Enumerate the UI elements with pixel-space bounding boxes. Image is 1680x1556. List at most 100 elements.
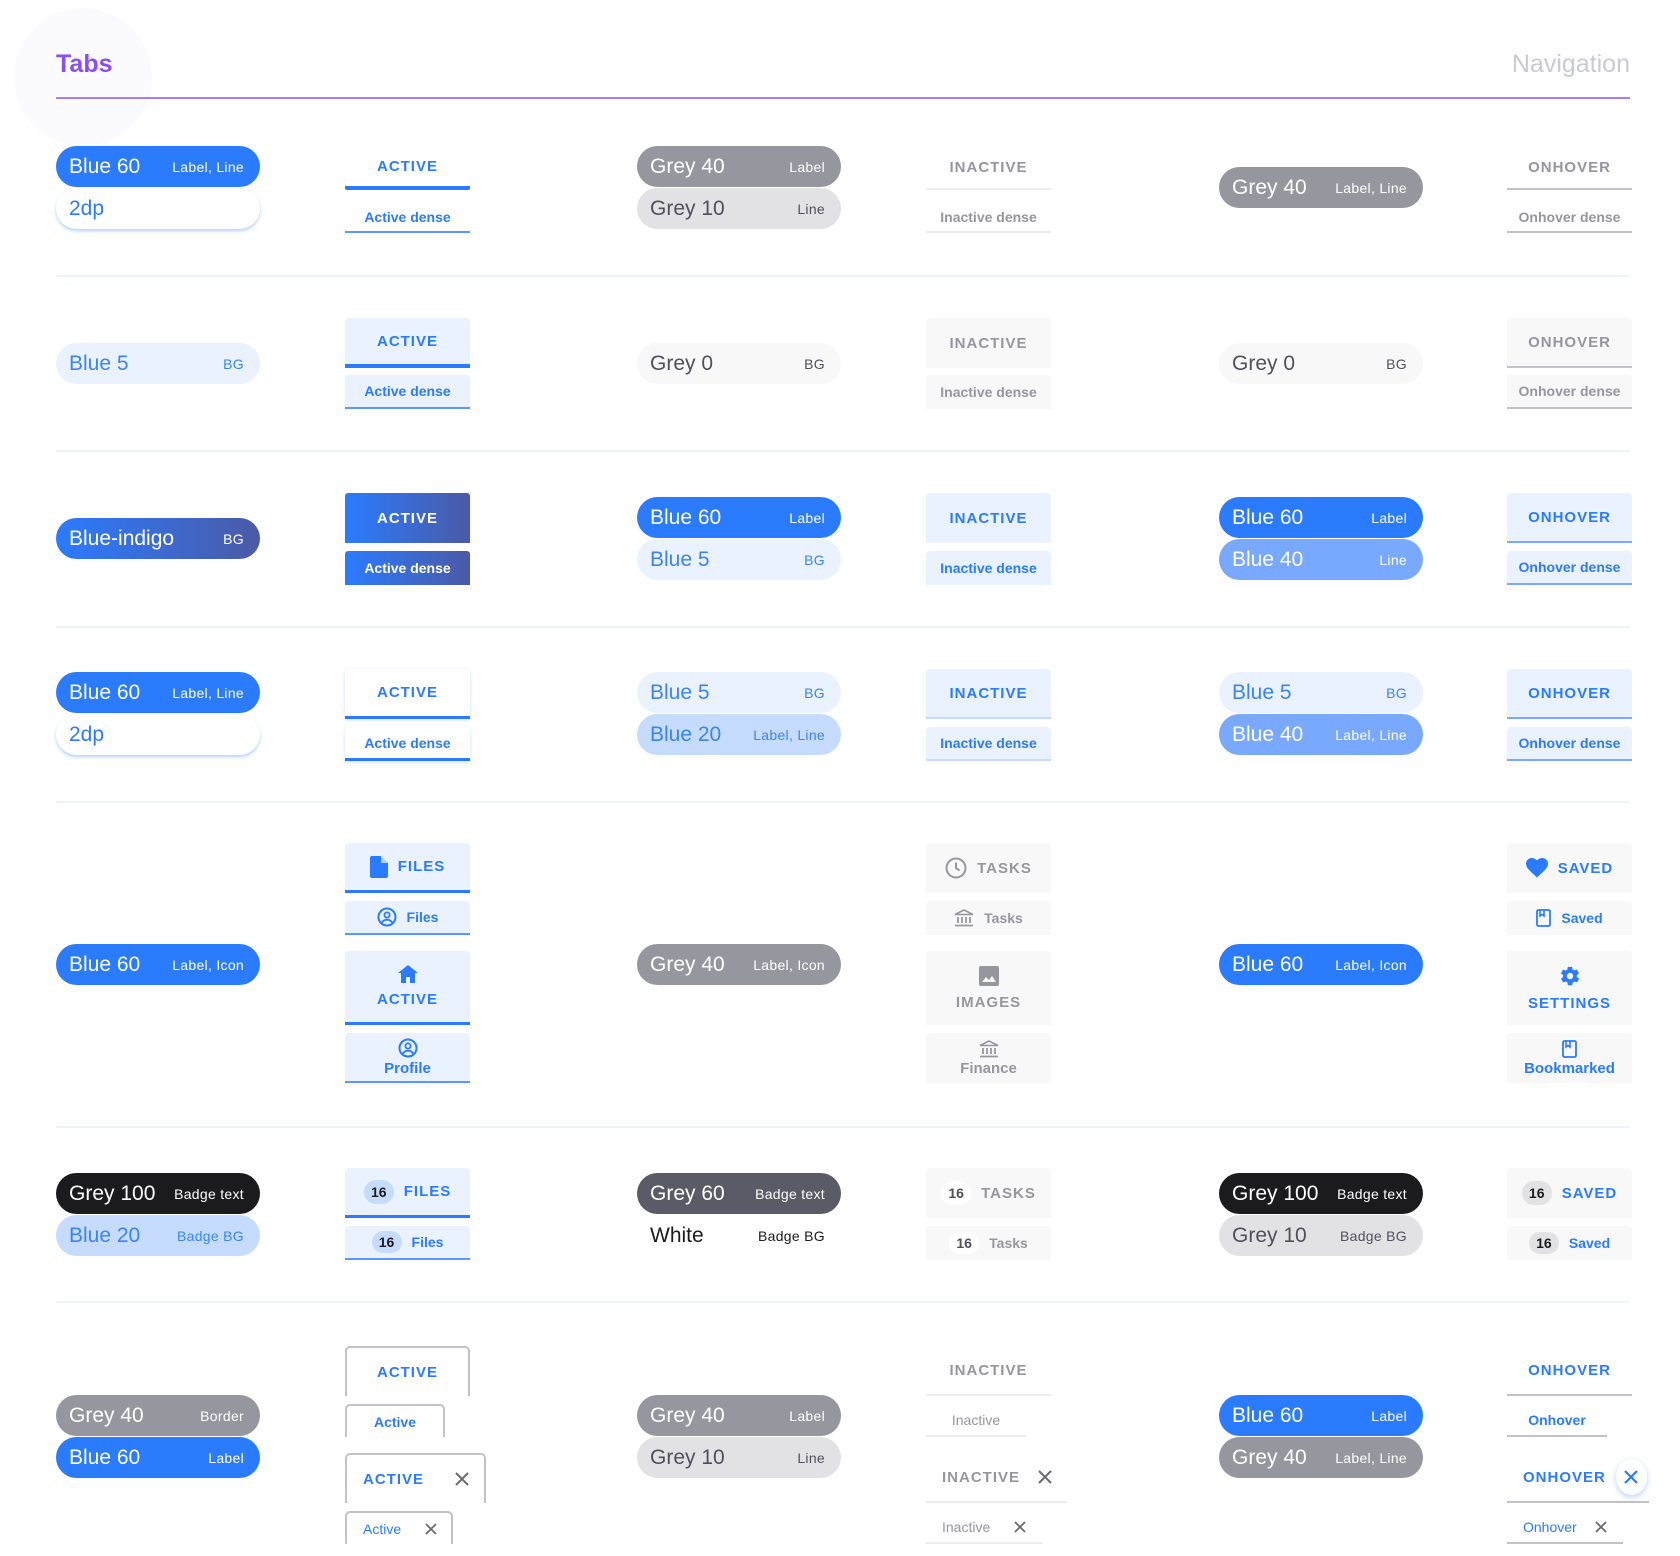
tab-onhover[interactable]: ONHOVER bbox=[1507, 669, 1632, 719]
tab-inactive[interactable]: INACTIVE bbox=[926, 669, 1051, 719]
swatch-grey10: Grey 10 Line bbox=[637, 188, 841, 229]
title-divider bbox=[56, 97, 1630, 99]
tab-saved-icon[interactable]: SAVED bbox=[1507, 843, 1632, 893]
tab-onhover-dense[interactable]: Onhover dense bbox=[1507, 727, 1632, 761]
swatch-grey40: Grey 40 Border bbox=[56, 1395, 260, 1436]
tab-inactive[interactable]: INACTIVE bbox=[926, 146, 1051, 190]
count-badge: 16 bbox=[1521, 1181, 1552, 1205]
swatch-white: White Badge BG bbox=[637, 1215, 841, 1256]
swatch-grey10: Grey 10 Line bbox=[637, 1437, 841, 1478]
home-icon bbox=[397, 965, 418, 983]
swatch-blue20: Blue 20 Badge BG bbox=[56, 1215, 260, 1256]
close-icon[interactable] bbox=[1037, 1469, 1053, 1485]
bookmark-icon bbox=[1536, 909, 1552, 927]
clock-icon bbox=[945, 857, 967, 879]
swatch-grey10: Grey 10 Badge BG bbox=[1219, 1215, 1423, 1256]
swatch-grey40: Grey 40 Label bbox=[637, 146, 841, 187]
tab-finance-icon[interactable]: Finance bbox=[926, 1033, 1051, 1083]
count-badge: 16 bbox=[949, 1232, 980, 1254]
tab-active[interactable]: ACTIVE bbox=[345, 669, 470, 719]
tab-active-closable-dense[interactable]: Active bbox=[345, 1511, 453, 1544]
close-icon[interactable] bbox=[425, 1522, 437, 1535]
swatch-grey60: Grey 60 Badge text bbox=[637, 1173, 841, 1214]
swatch-grey0: Grey 0 BG bbox=[637, 343, 841, 384]
tab-tasks-icon[interactable]: TASKS bbox=[926, 843, 1051, 893]
tab-profile-icon[interactable]: Profile bbox=[345, 1033, 470, 1083]
close-icon[interactable] bbox=[1595, 1520, 1607, 1533]
tab-onhover-closable-dense[interactable]: Onhover bbox=[1507, 1511, 1623, 1544]
swatch-blue40: Blue 40 Line bbox=[1219, 539, 1423, 580]
bank-icon bbox=[954, 909, 974, 927]
tab-onhover-dense[interactable]: Onhover dense bbox=[1507, 202, 1632, 233]
tab-files-icon[interactable]: FILES bbox=[345, 843, 470, 893]
row-divider bbox=[56, 1301, 1630, 1303]
count-badge: 16 bbox=[941, 1181, 972, 1205]
swatch-blue60: Blue 60 Label bbox=[637, 497, 841, 538]
close-icon[interactable] bbox=[454, 1471, 470, 1487]
section-label: Navigation bbox=[1511, 50, 1630, 78]
tab-inactive[interactable]: INACTIVE bbox=[926, 493, 1051, 543]
tab-saved-dense-badge[interactable]: 16 Saved bbox=[1507, 1226, 1632, 1260]
tab-images-icon[interactable]: IMAGES bbox=[926, 951, 1051, 1025]
tab-active-dense[interactable]: Active dense bbox=[345, 202, 470, 233]
tab-home-icon[interactable]: ACTIVE bbox=[345, 951, 470, 1025]
tab-onhover-dense[interactable]: Onhover dense bbox=[1507, 551, 1632, 585]
file-icon bbox=[369, 855, 388, 878]
tab-onhover-closable[interactable]: ONHOVER bbox=[1507, 1453, 1649, 1503]
tab-active[interactable]: ACTIVE bbox=[345, 493, 470, 543]
tab-inactive-closable-dense[interactable]: Inactive bbox=[926, 1511, 1042, 1544]
count-badge: 16 bbox=[363, 1179, 394, 1204]
tab-onhover[interactable]: ONHOVER bbox=[1507, 1346, 1632, 1396]
close-icon[interactable] bbox=[1615, 1459, 1647, 1495]
swatch-blue60: Blue 60 Label bbox=[56, 1437, 260, 1478]
tab-inactive-dense[interactable]: Inactive dense bbox=[926, 202, 1051, 233]
account-circle-icon bbox=[398, 1038, 418, 1058]
tab-inactive-dense[interactable]: Inactive dense bbox=[926, 551, 1051, 585]
tab-settings-icon[interactable]: SETTINGS bbox=[1507, 951, 1632, 1025]
tab-active-outlined-dense[interactable]: Active bbox=[345, 1404, 445, 1437]
tab-tasks-dense-badge[interactable]: 16 Tasks bbox=[926, 1226, 1051, 1260]
tab-files-dense-icon[interactable]: Files bbox=[345, 901, 470, 935]
tab-inactive-dense[interactable]: Inactive bbox=[926, 1404, 1026, 1437]
swatch-blue5: Blue 5 BG bbox=[637, 672, 841, 713]
tab-saved-dense-icon[interactable]: Saved bbox=[1507, 901, 1632, 935]
tab-inactive-closable[interactable]: INACTIVE bbox=[926, 1453, 1067, 1503]
tab-inactive-dense[interactable]: Inactive dense bbox=[926, 375, 1051, 409]
swatch-blue5: Blue 5 BG bbox=[637, 539, 841, 580]
row-divider bbox=[56, 626, 1630, 628]
tab-inactive[interactable]: INACTIVE bbox=[926, 1346, 1051, 1396]
tab-files-dense-badge[interactable]: 16 Files bbox=[345, 1226, 470, 1260]
tab-tasks-badge[interactable]: 16 TASKS bbox=[926, 1168, 1051, 1218]
tab-tasks-dense-icon[interactable]: Tasks bbox=[926, 901, 1051, 935]
tab-onhover[interactable]: ONHOVER bbox=[1507, 493, 1632, 543]
swatch-grey100: Grey 100 Badge text bbox=[1219, 1173, 1423, 1214]
tab-active[interactable]: ACTIVE bbox=[345, 146, 470, 190]
tab-active-dense[interactable]: Active dense bbox=[345, 375, 470, 409]
swatch-blue60: Blue 60 Label, Line bbox=[56, 146, 260, 187]
tab-saved-badge[interactable]: 16 SAVED bbox=[1507, 1168, 1632, 1218]
tab-active-closable[interactable]: ACTIVE bbox=[345, 1453, 486, 1503]
image-icon bbox=[978, 965, 999, 986]
swatch-grey0: Grey 0 BG bbox=[1219, 343, 1423, 384]
tab-onhover[interactable]: ONHOVER bbox=[1507, 146, 1632, 190]
swatch-blue20: Blue 20 Label, Line bbox=[637, 714, 841, 755]
swatch-blue60: Blue 60 Label, Icon bbox=[1219, 944, 1423, 985]
tab-active-dense[interactable]: Active dense bbox=[345, 551, 470, 585]
tab-bookmarked-icon[interactable]: Bookmarked bbox=[1507, 1033, 1632, 1083]
close-icon[interactable] bbox=[1014, 1520, 1026, 1533]
tab-inactive-dense[interactable]: Inactive dense bbox=[926, 727, 1051, 761]
tab-active-outlined[interactable]: ACTIVE bbox=[345, 1346, 470, 1396]
row-divider bbox=[56, 1126, 1630, 1128]
tab-inactive[interactable]: INACTIVE bbox=[926, 318, 1051, 368]
tab-active[interactable]: ACTIVE bbox=[345, 318, 470, 368]
swatch-2dp: 2dp bbox=[56, 714, 260, 755]
count-badge: 16 bbox=[1528, 1232, 1559, 1254]
tab-active-dense[interactable]: Active dense bbox=[345, 727, 470, 761]
row-divider bbox=[56, 801, 1630, 803]
account-circle-icon bbox=[377, 907, 397, 927]
tab-onhover-dense[interactable]: Onhover bbox=[1507, 1404, 1607, 1437]
tab-onhover-dense[interactable]: Onhover dense bbox=[1507, 375, 1632, 409]
row-divider bbox=[56, 275, 1630, 277]
tab-files-badge[interactable]: 16 FILES bbox=[345, 1168, 470, 1218]
tab-onhover[interactable]: ONHOVER bbox=[1507, 318, 1632, 368]
